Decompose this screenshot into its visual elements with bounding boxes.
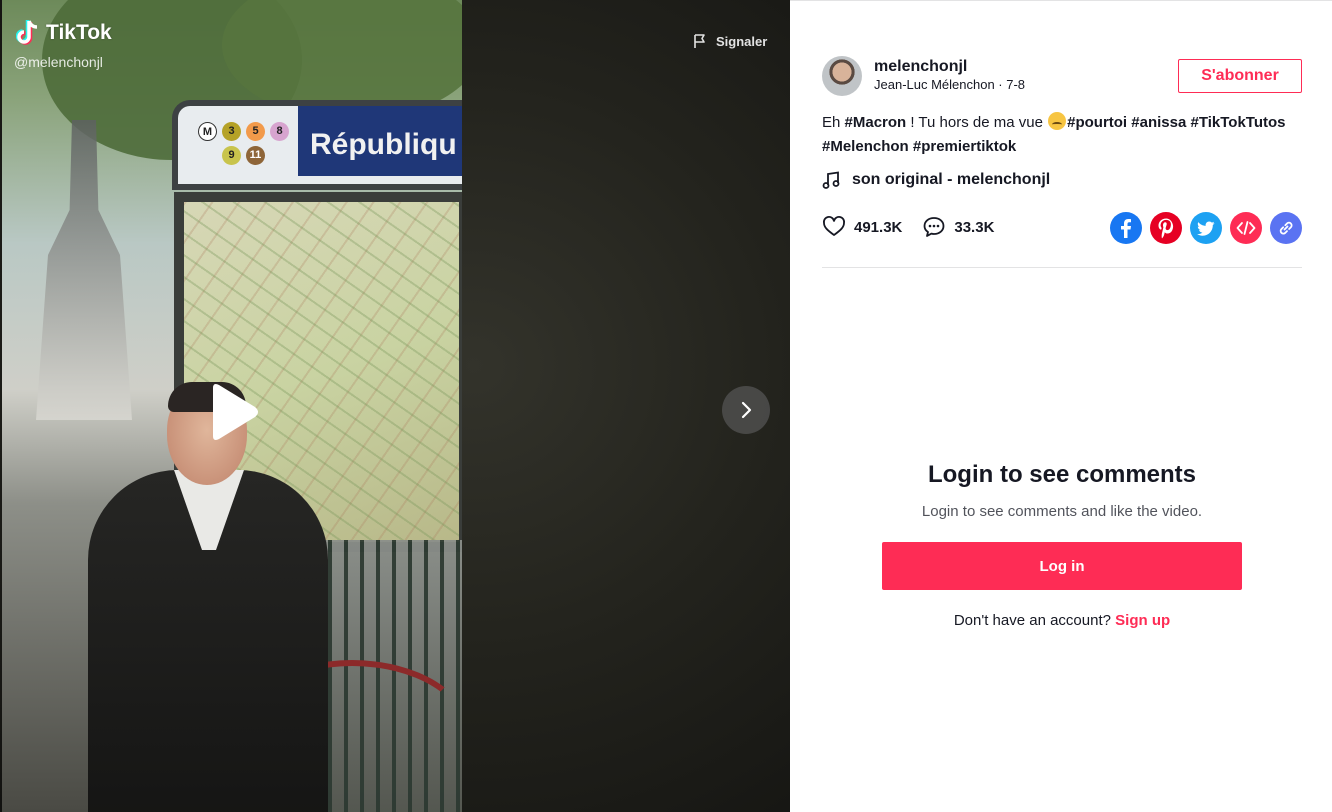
metro-badge: M: [198, 122, 217, 141]
login-button[interactable]: Log in: [882, 542, 1242, 590]
pinterest-icon: [1150, 212, 1182, 244]
signup-row: Don't have an account? Sign up: [822, 612, 1302, 629]
caption-text: ! Tu hors de ma vue: [906, 114, 1048, 131]
follow-button[interactable]: S'abonner: [1178, 59, 1302, 93]
music-title: son original - melenchonjl: [852, 171, 1051, 188]
tiktok-note-icon: [16, 20, 38, 45]
section-divider: [822, 267, 1302, 268]
comment-icon: [923, 217, 945, 237]
hashtag-link[interactable]: #Melenchon: [822, 138, 909, 155]
tiktok-video-page: Républiqu M 3 5 8 9 11 TikTok @melenchon…: [0, 0, 1332, 812]
tiktok-wordmark: TikTok: [46, 21, 112, 44]
upside-down-face-emoji: [1048, 112, 1067, 130]
video-player[interactable]: Républiqu M 3 5 8 9 11 TikTok @melenchon…: [0, 0, 790, 812]
share-embed-button[interactable]: [1230, 212, 1262, 244]
statue-monument: [36, 120, 132, 420]
facebook-icon: [1110, 212, 1142, 244]
metro-station-name: Républiqu: [310, 128, 457, 161]
metro-badge: 8: [270, 122, 289, 141]
hashtag-link[interactable]: #Macron: [845, 114, 907, 131]
hashtag-link[interactable]: #premiertiktok: [913, 138, 1016, 155]
no-account-text: Don't have an account?: [953, 612, 1111, 629]
comment-count: 33.3K: [954, 218, 995, 236]
heart-icon: [823, 216, 845, 236]
video-details-panel: melenchonjl Jean-Luc Mélenchon · 7-8 S'a…: [790, 0, 1332, 812]
video-caption: Eh #Macron ! Tu hors de ma vue #pourtoi …: [822, 111, 1302, 159]
metro-line-badges: M 3 5 8 9 11: [198, 120, 292, 168]
music-note-icon: [822, 171, 840, 189]
metro-badge: 5: [246, 122, 265, 141]
author-username[interactable]: melenchonjl: [874, 58, 1025, 76]
login-title: Login to see comments: [927, 461, 1197, 488]
like-button[interactable]: 491.3K: [822, 215, 902, 239]
hashtag-link[interactable]: #anissa: [1131, 114, 1186, 131]
watermark-handle: @melenchonjl: [14, 54, 103, 70]
login-subtitle: Login to see comments and like the video…: [921, 503, 1203, 520]
share-pinterest-button[interactable]: [1150, 212, 1182, 244]
report-label: Signaler: [716, 33, 768, 49]
play-icon: [213, 384, 258, 440]
avatar[interactable]: [822, 56, 862, 96]
share-twitter-button[interactable]: [1190, 212, 1222, 244]
login-prompt: Login to see comments Login to see comme…: [822, 461, 1302, 629]
link-icon: [1270, 212, 1302, 244]
share-facebook-button[interactable]: [1110, 212, 1142, 244]
tiktok-logo: TikTok: [16, 18, 112, 48]
metro-badge: 9: [222, 146, 241, 165]
metro-badge: 3: [222, 122, 241, 141]
share-buttons: [1110, 212, 1302, 244]
music-link[interactable]: son original - melenchonjl: [822, 171, 1050, 189]
share-link-button[interactable]: [1270, 212, 1302, 244]
report-button[interactable]: Signaler: [692, 33, 767, 49]
play-button[interactable]: [205, 382, 261, 442]
next-video-button[interactable]: [722, 386, 770, 434]
chevron-right-icon: [741, 401, 752, 419]
comment-button[interactable]: 33.3K: [922, 215, 994, 239]
engagement-stats: 491.3K 33.3K: [822, 215, 1014, 239]
caption-text: Eh: [822, 114, 845, 131]
embed-icon: [1230, 212, 1262, 244]
author-info[interactable]: melenchonjl Jean-Luc Mélenchon · 7-8: [822, 56, 1025, 96]
twitter-icon: [1190, 212, 1222, 244]
hashtag-link[interactable]: #pourtoi: [1067, 114, 1127, 131]
like-count: 491.3K: [854, 218, 903, 236]
flag-icon: [694, 34, 705, 48]
author-text: melenchonjl Jean-Luc Mélenchon · 7-8: [874, 58, 1025, 94]
metro-badge: 11: [246, 146, 265, 165]
hashtag-link[interactable]: #TikTokTutos: [1191, 114, 1286, 131]
signup-link[interactable]: Sign up: [1115, 612, 1170, 629]
author-nickname-date: Jean-Luc Mélenchon · 7-8: [874, 77, 1026, 92]
